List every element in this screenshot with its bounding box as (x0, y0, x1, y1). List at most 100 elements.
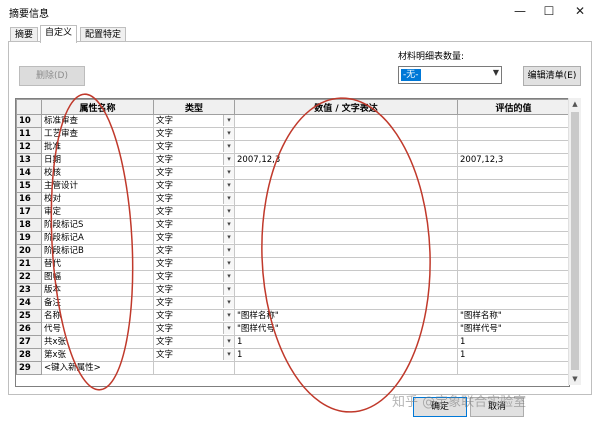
chevron-down-icon[interactable]: ▾ (223, 336, 234, 347)
tab-summary[interactable]: 摘要 (10, 27, 39, 42)
value-cell[interactable] (234, 114, 458, 128)
type-cell[interactable]: 文字 ▾ (153, 153, 235, 167)
header-type[interactable]: 类型 (153, 99, 235, 115)
table-row[interactable]: 12 批准 文字 ▾ (16, 140, 569, 154)
property-name-cell[interactable]: 日期 (41, 153, 154, 167)
property-name-cell[interactable]: 校核 (41, 166, 154, 180)
value-cell[interactable] (234, 205, 458, 219)
value-cell[interactable] (234, 127, 458, 141)
type-cell[interactable]: 文字 ▾ (153, 114, 235, 128)
vertical-scrollbar[interactable]: ▲ ▼ (568, 98, 581, 385)
value-cell[interactable]: "图样代号" (234, 322, 458, 336)
table-row[interactable]: 17 审定 文字 ▾ (16, 205, 569, 219)
delete-button[interactable]: 删除(D) (19, 66, 85, 86)
value-cell[interactable] (234, 179, 458, 193)
property-name-cell[interactable]: <键入新属性> (41, 361, 154, 375)
value-cell[interactable]: 1 (234, 348, 458, 362)
property-name-cell[interactable]: 阶段标记B (41, 244, 154, 258)
value-cell[interactable] (234, 361, 458, 375)
chevron-down-icon[interactable]: ▾ (223, 310, 234, 321)
chevron-down-icon[interactable]: ▾ (223, 206, 234, 217)
table-row[interactable]: 16 校对 文字 ▾ (16, 192, 569, 206)
table-row[interactable]: 27 共x张 文字 ▾ 1 1 (16, 335, 569, 349)
property-name-cell[interactable]: 校对 (41, 192, 154, 206)
value-cell[interactable]: "图样名称" (234, 309, 458, 323)
tab-config-specific[interactable]: 配置特定 (80, 27, 127, 42)
chevron-down-icon[interactable]: ▾ (223, 297, 234, 308)
table-row[interactable]: 19 阶段标记A 文字 ▾ (16, 231, 569, 245)
chevron-down-icon[interactable]: ▾ (223, 258, 234, 269)
type-cell[interactable]: 文字 ▾ (153, 231, 235, 245)
value-cell[interactable] (234, 140, 458, 154)
maximize-button[interactable]: ☐ (535, 3, 563, 19)
type-cell[interactable]: 文字 ▾ (153, 244, 235, 258)
value-cell[interactable] (234, 257, 458, 271)
header-property-name[interactable]: 属性名称 (41, 99, 154, 115)
scroll-thumb[interactable] (571, 112, 579, 370)
header-evaluated-value[interactable]: 评估的值 (457, 99, 569, 115)
table-row[interactable]: 21 替代 文字 ▾ (16, 257, 569, 271)
table-row[interactable]: 23 版本 文字 ▾ (16, 283, 569, 297)
table-row[interactable]: 11 工艺审查 文字 ▾ (16, 127, 569, 141)
property-name-cell[interactable]: 第x张 (41, 348, 154, 362)
chevron-down-icon[interactable]: ▾ (223, 141, 234, 152)
property-name-cell[interactable]: 替代 (41, 257, 154, 271)
type-cell[interactable]: 文字 ▾ (153, 309, 235, 323)
property-name-cell[interactable]: 阶段标记A (41, 231, 154, 245)
property-name-cell[interactable]: 版本 (41, 283, 154, 297)
type-cell[interactable]: 文字 ▾ (153, 348, 235, 362)
type-cell[interactable]: 文字 ▾ (153, 335, 235, 349)
type-cell[interactable]: 文字 ▾ (153, 322, 235, 336)
value-cell[interactable]: 1 (234, 335, 458, 349)
type-cell[interactable]: 文字 ▾ (153, 179, 235, 193)
edit-list-button[interactable]: 编辑清单(E) (523, 66, 581, 86)
table-row[interactable]: 26 代号 文字 ▾ "图样代号" "图样代号" (16, 322, 569, 336)
table-row[interactable]: 15 主管设计 文字 ▾ (16, 179, 569, 193)
property-name-cell[interactable]: 审定 (41, 205, 154, 219)
chevron-down-icon[interactable]: ▾ (223, 245, 234, 256)
chevron-down-icon[interactable]: ▾ (223, 193, 234, 204)
property-name-cell[interactable]: 工艺审查 (41, 127, 154, 141)
close-button[interactable]: ✕ (566, 3, 594, 19)
value-cell[interactable] (234, 283, 458, 297)
type-cell[interactable] (153, 361, 235, 375)
table-row[interactable]: 25 名称 文字 ▾ "图样名称" "图样名称" (16, 309, 569, 323)
scroll-down-icon[interactable]: ▼ (569, 373, 581, 385)
table-row[interactable]: 10 标准审查 文字 ▾ (16, 114, 569, 128)
property-name-cell[interactable]: 阶段标记S (41, 218, 154, 232)
value-cell[interactable] (234, 166, 458, 180)
property-name-cell[interactable]: 备注 (41, 296, 154, 310)
property-name-cell[interactable]: 图幅 (41, 270, 154, 284)
tab-custom[interactable]: 自定义 (40, 25, 78, 43)
value-cell[interactable] (234, 231, 458, 245)
value-cell[interactable] (234, 244, 458, 258)
bom-qty-select[interactable]: -无- ▼ (398, 66, 502, 84)
property-name-cell[interactable]: 代号 (41, 322, 154, 336)
type-cell[interactable]: 文字 ▾ (153, 218, 235, 232)
property-name-cell[interactable]: 主管设计 (41, 179, 154, 193)
type-cell[interactable]: 文字 ▾ (153, 192, 235, 206)
table-row[interactable]: 28 第x张 文字 ▾ 1 1 (16, 348, 569, 362)
chevron-down-icon[interactable]: ▾ (223, 115, 234, 126)
scroll-up-icon[interactable]: ▲ (569, 98, 581, 110)
type-cell[interactable]: 文字 ▾ (153, 270, 235, 284)
value-cell[interactable] (234, 296, 458, 310)
table-row[interactable]: 22 图幅 文字 ▾ (16, 270, 569, 284)
table-row[interactable]: 18 阶段标记S 文字 ▾ (16, 218, 569, 232)
type-cell[interactable]: 文字 ▾ (153, 205, 235, 219)
chevron-down-icon[interactable]: ▾ (223, 323, 234, 334)
type-cell[interactable]: 文字 ▾ (153, 140, 235, 154)
header-value[interactable]: 数值 / 文字表达 (234, 99, 458, 115)
table-row[interactable]: 13 日期 文字 ▾ 2007,12,3 2007,12,3 (16, 153, 569, 167)
chevron-down-icon[interactable]: ▾ (223, 128, 234, 139)
chevron-down-icon[interactable]: ▾ (223, 232, 234, 243)
type-cell[interactable]: 文字 ▾ (153, 257, 235, 271)
table-row[interactable]: 14 校核 文字 ▾ (16, 166, 569, 180)
chevron-down-icon[interactable]: ▾ (223, 180, 234, 191)
chevron-down-icon[interactable]: ▾ (223, 284, 234, 295)
property-name-cell[interactable]: 名称 (41, 309, 154, 323)
table-row[interactable]: 29 <键入新属性> (16, 361, 569, 375)
chevron-down-icon[interactable]: ▾ (223, 219, 234, 230)
property-name-cell[interactable]: 共x张 (41, 335, 154, 349)
type-cell[interactable]: 文字 ▾ (153, 283, 235, 297)
